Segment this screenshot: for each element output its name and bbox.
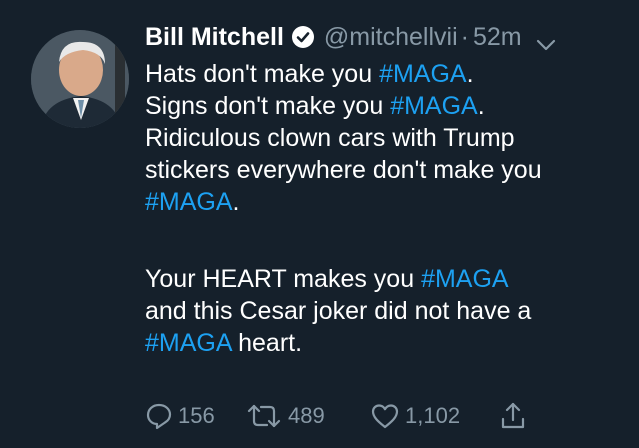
header-separator: ·: [460, 22, 469, 51]
tweet-text-segment: .: [232, 188, 240, 216]
hashtag-link[interactable]: #MAGA: [145, 188, 233, 216]
tweet-header: Bill Mitchell @mitchellvii · 52m: [145, 17, 556, 57]
profile-photo: [31, 30, 129, 128]
tweet-text-segment: Your HEART makes you: [145, 265, 422, 293]
tweet-text-segment: .: [477, 92, 485, 120]
verified-badge-icon: [291, 25, 315, 49]
share-button[interactable]: [500, 401, 526, 431]
reply-count: 156: [178, 403, 215, 428]
tweet-text-segment: Ridiculous clown cars with Trump: [145, 124, 515, 152]
chevron-down-icon[interactable]: [536, 30, 556, 51]
tweet-text-segment: heart.: [231, 329, 303, 357]
hashtag-link[interactable]: #MAGA: [390, 92, 478, 120]
reply-icon: [146, 403, 172, 430]
retweet-icon: [247, 404, 281, 428]
tweet-text-segment: Hats don't make you: [145, 60, 380, 88]
tweet-text-segment: and this Cesar joker did not have a: [145, 297, 532, 325]
tweet-text-segment: stickers everywhere don't make you: [145, 156, 542, 184]
avatar[interactable]: [31, 30, 129, 128]
heart-icon: [371, 404, 399, 429]
tweet-timestamp[interactable]: 52m: [473, 23, 522, 52]
hashtag-link[interactable]: #MAGA: [379, 60, 467, 88]
tweet-text-segment: .: [466, 60, 474, 88]
retweet-button[interactable]: 489: [245, 402, 370, 430]
tweet-paragraph: Your HEART makes you #MAGA and this Cesar…: [145, 263, 625, 359]
tweet-text-segment: Signs don't make you: [145, 92, 391, 120]
hashtag-link[interactable]: #MAGA: [421, 265, 509, 293]
author-handle[interactable]: @mitchellvii: [324, 23, 458, 52]
hashtag-link[interactable]: #MAGA: [145, 329, 231, 357]
tweet-actions: 156 489 1,102: [145, 396, 526, 436]
author-name[interactable]: Bill Mitchell: [145, 23, 284, 52]
reply-button[interactable]: 156: [145, 402, 245, 430]
tweet-text: Hats don't make you #MAGA. Signs don't ma…: [145, 58, 625, 359]
retweet-count: 489: [288, 403, 325, 428]
share-icon: [501, 402, 525, 429]
tweet-paragraph: Hats don't make you #MAGA. Signs don't ma…: [145, 58, 625, 218]
like-button[interactable]: 1,102: [370, 402, 500, 430]
like-count: 1,102: [405, 403, 461, 428]
